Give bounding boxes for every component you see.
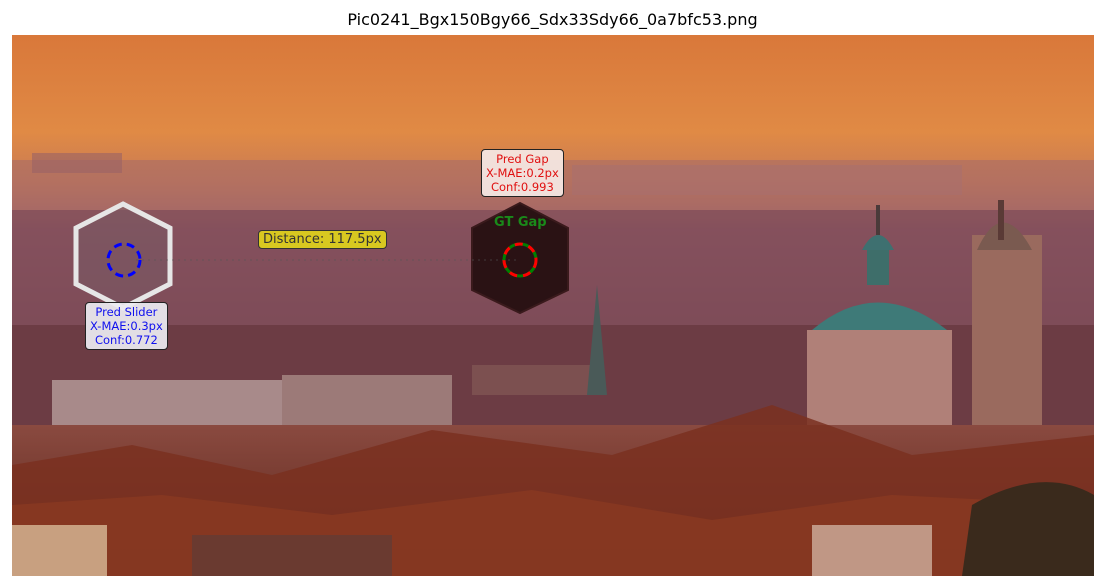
pred-gap-label: Pred Gap X-MAE:0.2px Conf:0.993 <box>481 149 564 197</box>
pred-slider-label: Pred Slider X-MAE:0.3px Conf:0.772 <box>85 302 168 350</box>
captcha-background-image <box>12 35 1094 576</box>
pred-gap-conf: Conf:0.993 <box>490 180 554 194</box>
pred-gap-xmae: X-MAE:0.2px <box>486 166 559 180</box>
pred-slider-xmae: X-MAE:0.3px <box>90 319 163 333</box>
pred-slider-name: Pred Slider <box>95 305 158 319</box>
distance-label: Distance: 117.5px <box>258 230 387 249</box>
gt-gap-label: GT Gap <box>494 215 547 230</box>
pred-slider-conf: Conf:0.772 <box>94 333 158 347</box>
pred-gap-name: Pred Gap <box>496 152 549 166</box>
annotation-overlay <box>73 201 569 315</box>
image-title: Pic0241_Bgx150Bgy66_Sdx33Sdy66_0a7bfc53.… <box>347 10 758 29</box>
slider-piece-outline <box>73 201 173 311</box>
